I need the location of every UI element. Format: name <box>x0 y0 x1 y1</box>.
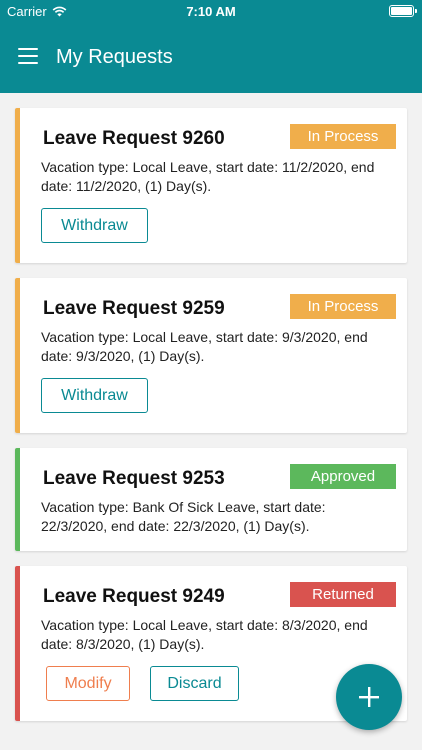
add-request-button[interactable] <box>336 664 402 730</box>
status-badge: In Process <box>290 124 396 149</box>
battery-icon <box>389 5 417 17</box>
modify-button[interactable]: Modify <box>46 666 130 701</box>
request-title: Leave Request 9260 <box>43 128 225 149</box>
status-stripe <box>15 448 20 551</box>
status-time: 7:10 AM <box>186 4 236 19</box>
withdraw-button[interactable]: Withdraw <box>41 208 148 243</box>
app-bar: My Requests <box>0 22 422 93</box>
status-bar: Carrier 7:10 AM <box>0 0 422 22</box>
status-stripe <box>15 108 20 263</box>
discard-button[interactable]: Discard <box>150 666 239 701</box>
request-description: Vacation type: Local Leave, start date: … <box>41 159 375 194</box>
status-badge: Approved <box>290 464 396 489</box>
status-badge: Returned <box>290 582 396 607</box>
request-card[interactable]: Leave Request 9253 Approved Vacation typ… <box>15 448 407 551</box>
status-stripe <box>15 278 20 433</box>
menu-icon[interactable] <box>18 48 38 64</box>
request-description: Vacation type: Bank Of Sick Leave, start… <box>41 499 326 534</box>
status-stripe <box>15 566 20 721</box>
request-card[interactable]: Leave Request 9260 In Process Vacation t… <box>15 108 407 263</box>
request-description: Vacation type: Local Leave, start date: … <box>41 617 368 652</box>
request-card[interactable]: Leave Request 9259 In Process Vacation t… <box>15 278 407 433</box>
request-title: Leave Request 9253 <box>43 468 225 489</box>
page-title: My Requests <box>56 46 173 68</box>
plus-icon <box>359 687 379 707</box>
request-description: Vacation type: Local Leave, start date: … <box>41 329 368 364</box>
status-badge: In Process <box>290 294 396 319</box>
request-title: Leave Request 9249 <box>43 586 225 607</box>
request-title: Leave Request 9259 <box>43 298 225 319</box>
withdraw-button[interactable]: Withdraw <box>41 378 148 413</box>
